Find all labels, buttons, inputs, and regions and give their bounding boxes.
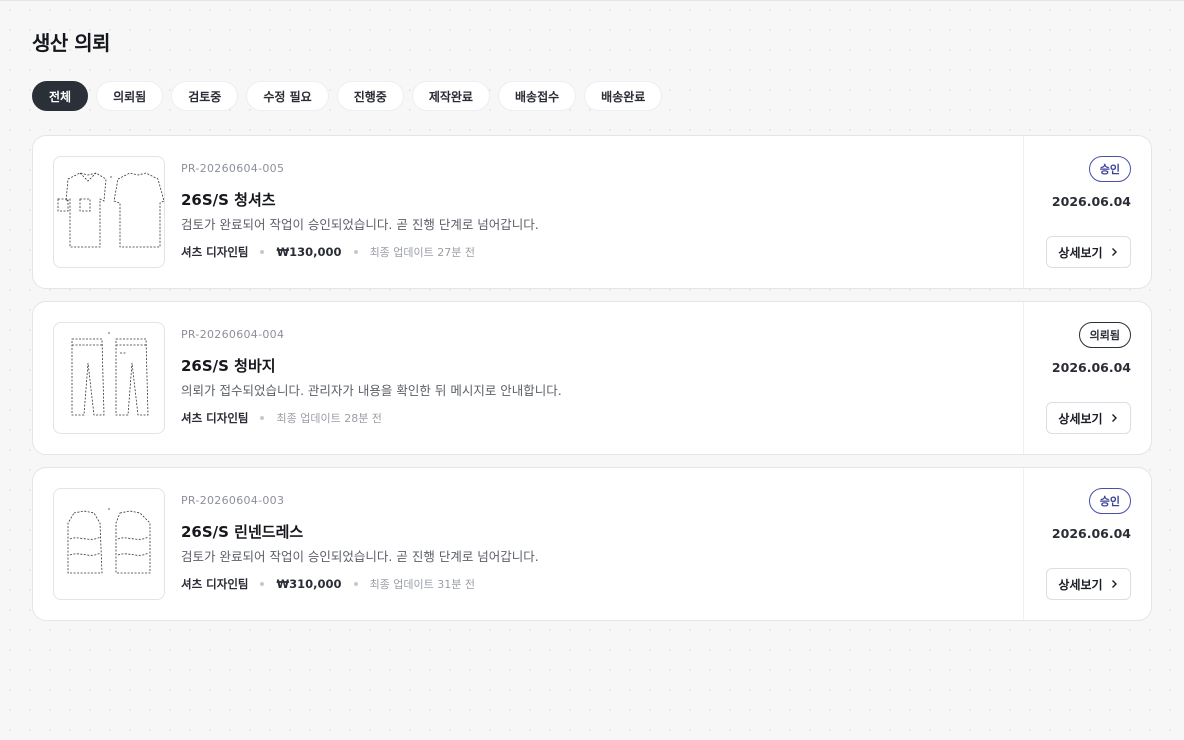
chevron-right-icon: [1111, 248, 1117, 256]
status-badge: 승인: [1088, 156, 1131, 182]
team-name: 셔츠 디자인팀: [181, 245, 249, 259]
tab-reviewing[interactable]: 검토중: [171, 81, 239, 111]
request-card[interactable]: PR-20260604-004 26S/S 청바지 의뢰가 접수되었습니다. 관…: [32, 301, 1152, 455]
detail-button[interactable]: 상세보기: [1046, 402, 1131, 434]
request-date: 2026.06.04: [1051, 360, 1131, 375]
request-date: 2026.06.04: [1051, 526, 1131, 541]
request-id: PR-20260604-004: [181, 328, 285, 341]
shirt-sketch-icon: [53, 156, 165, 268]
last-updated: 최종 업데이트 27분 전: [369, 246, 476, 259]
request-title: 26S/S 린넨드레스: [181, 523, 304, 541]
tab-shipping-done[interactable]: 배송완료: [584, 81, 663, 111]
status-badge: 의뢰됨: [1078, 322, 1131, 348]
detail-button-label: 상세보기: [1058, 245, 1103, 260]
price: ₩310,000: [276, 577, 342, 591]
price: ₩130,000: [276, 245, 342, 259]
dress-sketch-icon: [53, 488, 165, 600]
status-badge: 승인: [1088, 488, 1131, 514]
detail-button-label: 상세보기: [1058, 411, 1103, 426]
detail-button[interactable]: 상세보기: [1046, 236, 1131, 268]
request-id: PR-20260604-005: [181, 162, 285, 175]
request-title: 26S/S 청셔츠: [181, 191, 276, 209]
tab-needs-revision[interactable]: 수정 필요: [246, 81, 329, 111]
chevron-right-icon: [1111, 414, 1117, 422]
last-updated: 최종 업데이트 31분 전: [369, 578, 476, 591]
tab-all[interactable]: 전체: [32, 81, 89, 111]
team-name: 셔츠 디자인팀: [181, 411, 249, 425]
last-updated: 최종 업데이트 28분 전: [276, 412, 382, 425]
team-name: 셔츠 디자인팀: [181, 577, 249, 591]
request-description: 검토가 완료되어 작업이 승인되었습니다. 곧 진행 단계로 넘어갑니다.: [181, 217, 539, 232]
detail-button-label: 상세보기: [1058, 577, 1103, 592]
request-description: 의뢰가 접수되었습니다. 관리자가 내용을 확인한 뒤 메시지로 안내합니다.: [181, 383, 562, 398]
request-card[interactable]: PR-20260604-005 26S/S 청셔츠 검토가 완료되어 작업이 승…: [32, 135, 1152, 289]
request-id: PR-20260604-003: [181, 494, 285, 507]
request-date: 2026.06.04: [1051, 194, 1131, 209]
separator-dot: [260, 416, 265, 420]
detail-button[interactable]: 상세보기: [1046, 568, 1131, 600]
pants-sketch-icon: [53, 322, 165, 434]
request-title: 26S/S 청바지: [181, 357, 276, 375]
request-description: 검토가 완료되어 작업이 승인되었습니다. 곧 진행 단계로 넘어갑니다.: [181, 549, 539, 564]
separator-dot: [260, 582, 265, 586]
separator-dot: [353, 582, 358, 586]
separator-dot: [260, 250, 265, 254]
tab-in-progress[interactable]: 진행중: [336, 81, 404, 111]
chevron-right-icon: [1111, 580, 1117, 588]
request-card[interactable]: PR-20260604-003 26S/S 린넨드레스 검토가 완료되어 작업이…: [32, 467, 1152, 621]
tab-production-done[interactable]: 제작완료: [411, 81, 490, 111]
tab-shipping-received[interactable]: 배송접수: [497, 81, 577, 111]
status-filter-tabs: 전체 의뢰됨 검토중 수정 필요 진행중 제작완료 배송접수 배송완료: [32, 81, 663, 111]
separator-dot: [353, 250, 358, 254]
tab-requested[interactable]: 의뢰됨: [96, 81, 164, 111]
page-title: 생산 의뢰: [32, 31, 111, 55]
